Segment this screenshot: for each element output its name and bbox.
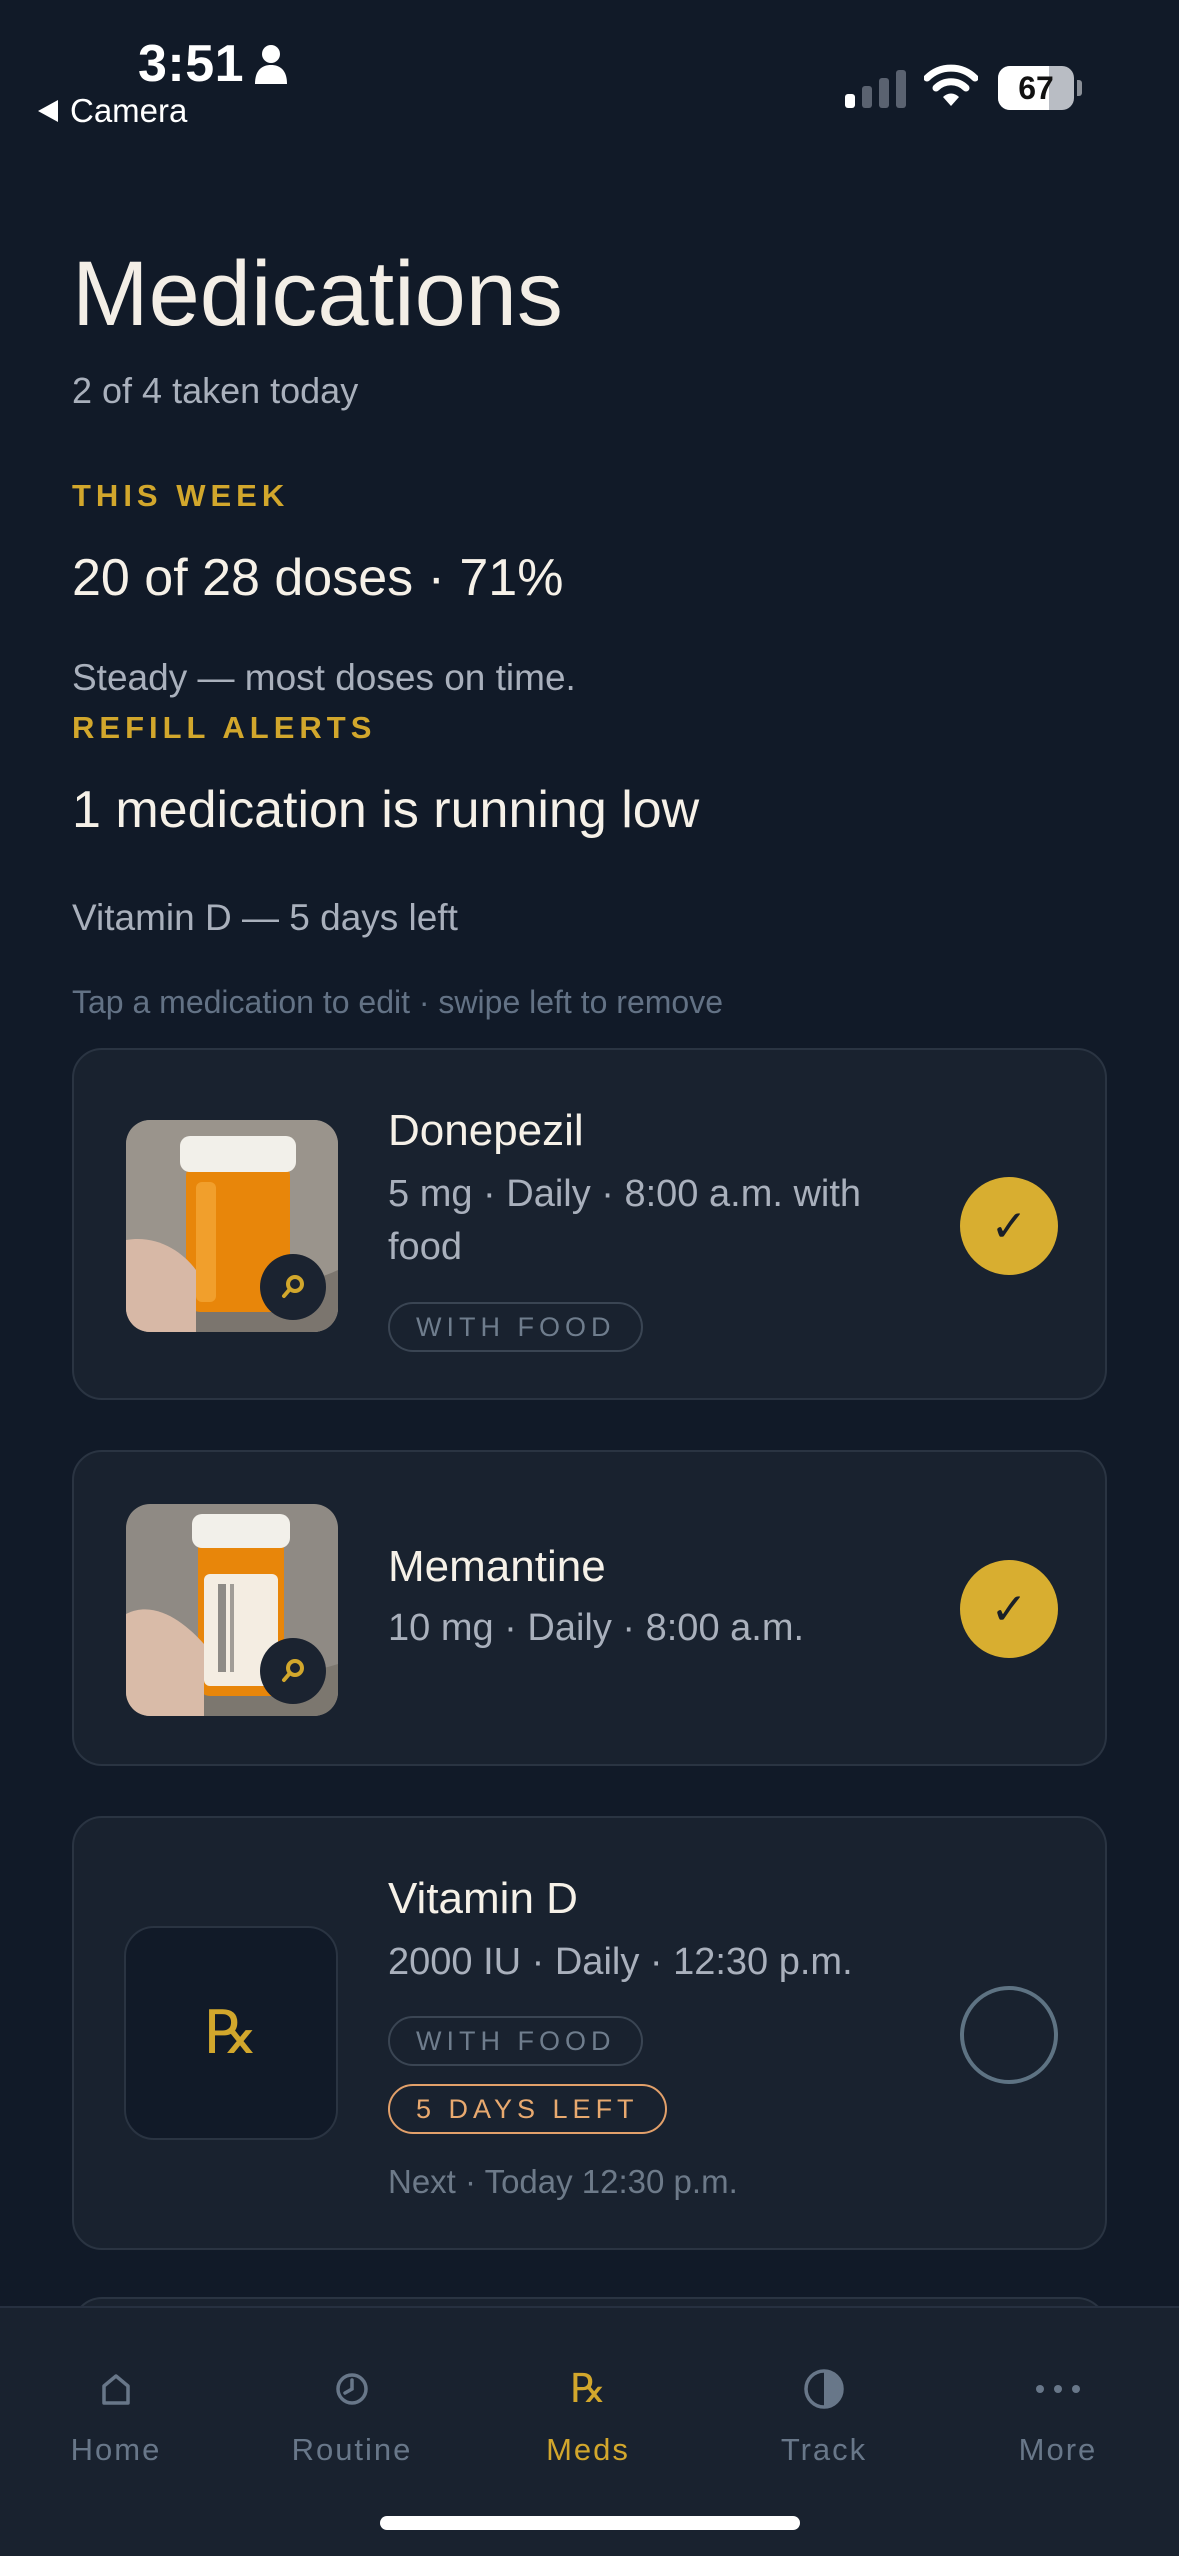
medication-schedule: 5 mg · Daily · 8:00 a.m. with food bbox=[388, 1173, 862, 1268]
medications-screen: 3:51 Camera 67 Medications 2 of 4 taken … bbox=[0, 0, 1179, 2556]
this-week-label: THIS WEEK bbox=[72, 478, 290, 513]
medication-photo[interactable] bbox=[126, 1504, 338, 1716]
tab-routine-label: Routine bbox=[291, 2432, 413, 2467]
days-left-warning-tag: 5 DAYS LEFT bbox=[388, 2084, 667, 2134]
medication-card-vitamin-d[interactable]: ℞ Vitamin D 2000 IU · Daily · 12:30 p.m.… bbox=[72, 1816, 1107, 2250]
zoom-photo-button[interactable] bbox=[260, 1254, 326, 1320]
battery-indicator: 67 bbox=[998, 66, 1082, 110]
next-dose-time: Next · Today 12:30 p.m. bbox=[388, 2163, 738, 2200]
battery-level: 67 bbox=[1018, 70, 1054, 106]
tab-track-label: Track bbox=[780, 2432, 868, 2467]
rx-icon: ℞ bbox=[204, 1998, 258, 2068]
medication-photo[interactable] bbox=[126, 1120, 338, 1332]
status-time: 3:51 bbox=[138, 35, 245, 93]
tab-meds[interactable]: ℞ Meds bbox=[488, 2358, 688, 2468]
tab-meds-label: Meds bbox=[546, 2432, 630, 2467]
mark-taken-button[interactable] bbox=[960, 1986, 1058, 2084]
medication-name: Donepezil bbox=[388, 1106, 584, 1155]
magnifier-icon bbox=[282, 1275, 304, 1298]
home-indicator[interactable] bbox=[380, 2516, 800, 2530]
refill-alerts-label: REFILL ALERTS bbox=[72, 710, 377, 745]
tab-more[interactable]: More bbox=[958, 2358, 1158, 2468]
refill-alert-stat: 1 medication is running low bbox=[72, 781, 700, 839]
home-icon bbox=[102, 2374, 130, 2405]
refill-alert-note: Vitamin D — 5 days left bbox=[72, 897, 458, 938]
cellular-signal-icon bbox=[845, 68, 906, 108]
medication-name: Vitamin D bbox=[388, 1874, 578, 1923]
mark-taken-button[interactable]: ✓ bbox=[960, 1560, 1058, 1658]
tab-more-label: More bbox=[1018, 2432, 1098, 2467]
weekly-doses-stat: 20 of 28 doses · 71% bbox=[72, 549, 564, 607]
medication-card-memantine[interactable]: Memantine 10 mg · Daily · 8:00 a.m. ✓ bbox=[72, 1450, 1107, 1766]
zoom-photo-button[interactable] bbox=[260, 1638, 326, 1704]
tab-home-label: Home bbox=[70, 2432, 162, 2467]
weekly-note: Steady — most doses on time. bbox=[72, 657, 576, 698]
person-icon bbox=[255, 45, 287, 84]
magnifier-icon bbox=[282, 1659, 304, 1682]
check-icon: ✓ bbox=[990, 1583, 1028, 1635]
back-to-camera-link[interactable]: Camera bbox=[38, 92, 187, 130]
medication-schedule: 2000 IU · Daily · 12:30 p.m. bbox=[388, 1941, 853, 1983]
page-title: Medications bbox=[72, 243, 563, 345]
tab-track[interactable]: Track bbox=[724, 2358, 924, 2468]
edit-hint: Tap a medication to edit · swipe left to… bbox=[72, 984, 723, 1020]
check-icon: ✓ bbox=[990, 1200, 1028, 1252]
with-food-tag: WITH FOOD bbox=[388, 1302, 644, 1352]
mark-taken-button[interactable]: ✓ bbox=[960, 1177, 1058, 1275]
medication-card-donepezil[interactable]: Donepezil 5 mg · Daily · 8:00 a.m. with … bbox=[72, 1048, 1107, 1400]
half-circle-icon bbox=[804, 2369, 844, 2409]
back-arrow-icon bbox=[38, 100, 58, 122]
taken-today-summary: 2 of 4 taken today bbox=[72, 370, 359, 411]
back-label: Camera bbox=[70, 92, 188, 129]
rx-icon: ℞ bbox=[570, 2366, 606, 2412]
tab-routine[interactable]: Routine bbox=[252, 2358, 452, 2468]
with-food-tag: WITH FOOD bbox=[388, 2016, 644, 2066]
tab-home[interactable]: Home bbox=[16, 2358, 216, 2468]
wifi-icon bbox=[924, 64, 978, 106]
clock-icon bbox=[336, 2373, 368, 2405]
more-dots-icon bbox=[1036, 2385, 1080, 2393]
medication-name: Memantine bbox=[388, 1542, 606, 1591]
medication-placeholder[interactable]: ℞ bbox=[124, 1926, 338, 2140]
medication-schedule: 10 mg · Daily · 8:00 a.m. bbox=[388, 1607, 805, 1649]
